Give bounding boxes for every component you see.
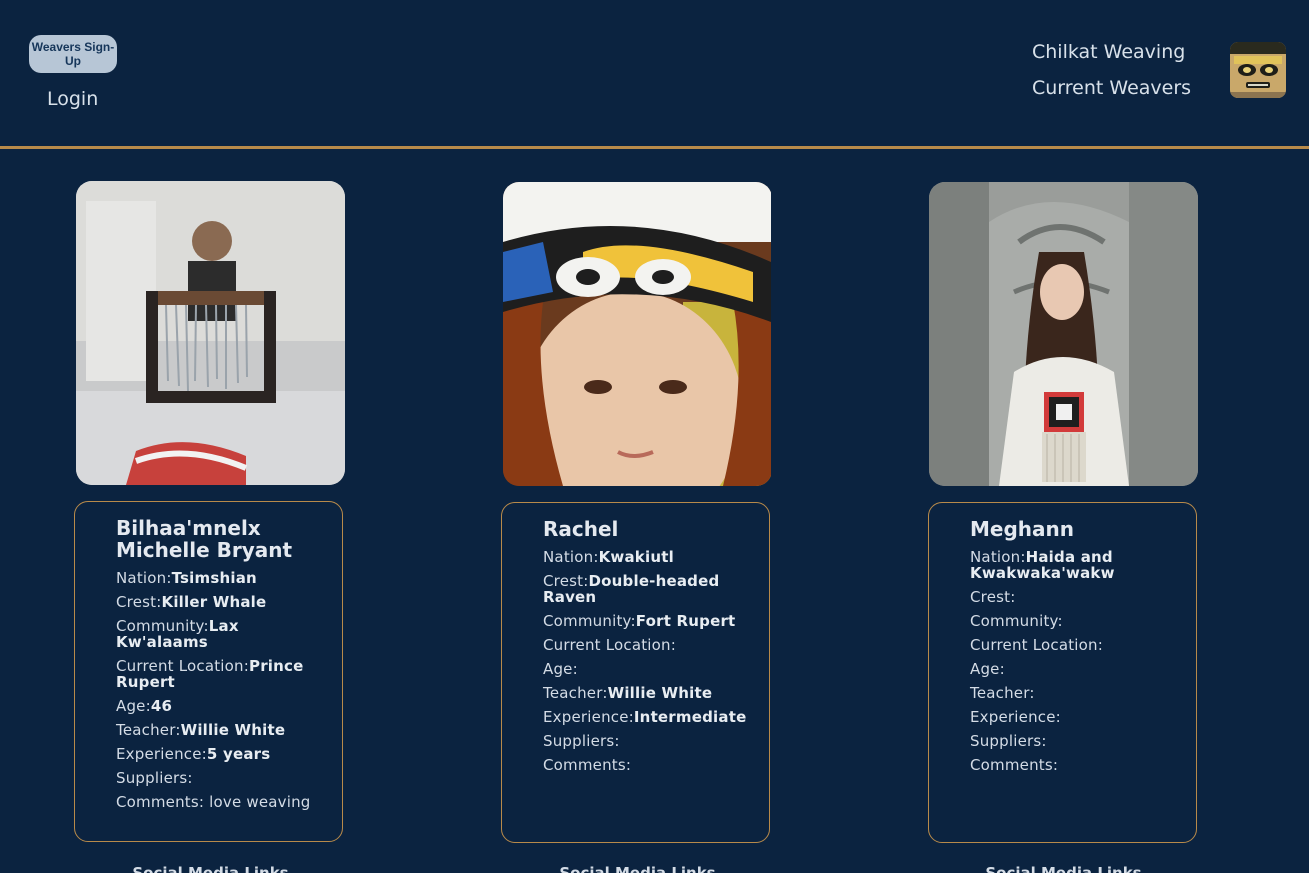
field-nation: Nation:Haida and Kwakwaka'wakw	[970, 548, 1115, 582]
weaver-name: Rachel	[543, 517, 619, 541]
field-teacher: Teacher:Willie White	[543, 684, 713, 702]
field-current-location: Current Location:	[543, 636, 677, 654]
field-community: Community:Fort Rupert	[543, 612, 736, 630]
field-suppliers: Suppliers:	[116, 769, 193, 787]
field-experience: Experience:	[970, 708, 1061, 726]
field-age: Age:	[543, 660, 578, 678]
nav-current-weavers[interactable]: Current Weavers	[1032, 77, 1191, 99]
field-age: Age:	[970, 660, 1005, 678]
field-suppliers: Suppliers:	[970, 732, 1047, 750]
field-suppliers: Suppliers:	[543, 732, 620, 750]
weaver-card-3: Meghann Nation:Haida and Kwakwaka'wakw C…	[928, 502, 1197, 843]
weaver-card-2: Rachel Nation:Kwakiutl Crest:Double-head…	[501, 502, 770, 843]
weaver-card-1: Bilhaa'mnelx Michelle Bryant Nation:Tsim…	[74, 501, 343, 842]
login-link[interactable]: Login	[47, 88, 98, 110]
weaver-photo-2	[503, 182, 772, 486]
field-teacher: Teacher:	[970, 684, 1035, 702]
social-media-links-3[interactable]: Social Media Links	[929, 864, 1198, 873]
field-community: Community:	[970, 612, 1063, 630]
field-experience: Experience:5 years	[116, 745, 271, 763]
field-crest: Crest:	[970, 588, 1016, 606]
field-current-location: Current Location:Prince Rupert	[116, 657, 304, 691]
site-header: Weavers Sign-Up Login Chilkat Weaving Cu…	[0, 0, 1309, 149]
weaver-name: Bilhaa'mnelx Michelle Bryant	[116, 516, 293, 562]
weaver-photo-1	[76, 181, 345, 485]
nav-chilkat-weaving[interactable]: Chilkat Weaving	[1032, 41, 1185, 63]
field-experience: Experience:Intermediate	[543, 708, 747, 726]
field-crest: Crest:Double-headed Raven	[543, 572, 720, 606]
weavers-signup-button[interactable]: Weavers Sign-Up	[29, 35, 117, 73]
field-nation: Nation:Kwakiutl	[543, 548, 674, 566]
field-comments: Comments:	[970, 756, 1059, 774]
field-nation: Nation:Tsimshian	[116, 569, 257, 587]
social-media-links-2[interactable]: Social Media Links	[503, 864, 772, 873]
weaver-photo-3	[929, 182, 1198, 486]
weaver-name: Meghann	[970, 517, 1074, 541]
field-community: Community:Lax Kw'alaams	[116, 617, 239, 651]
field-current-location: Current Location:	[970, 636, 1104, 654]
field-teacher: Teacher:Willie White	[116, 721, 286, 739]
chilkat-mask-logo-icon[interactable]	[1230, 42, 1286, 98]
field-comments: Comments:	[543, 756, 632, 774]
social-media-links-1[interactable]: Social Media Links	[76, 864, 345, 873]
field-crest: Crest:Killer Whale	[116, 593, 267, 611]
field-age: Age:46	[116, 697, 173, 715]
field-comments: Comments: love weaving	[116, 793, 311, 811]
